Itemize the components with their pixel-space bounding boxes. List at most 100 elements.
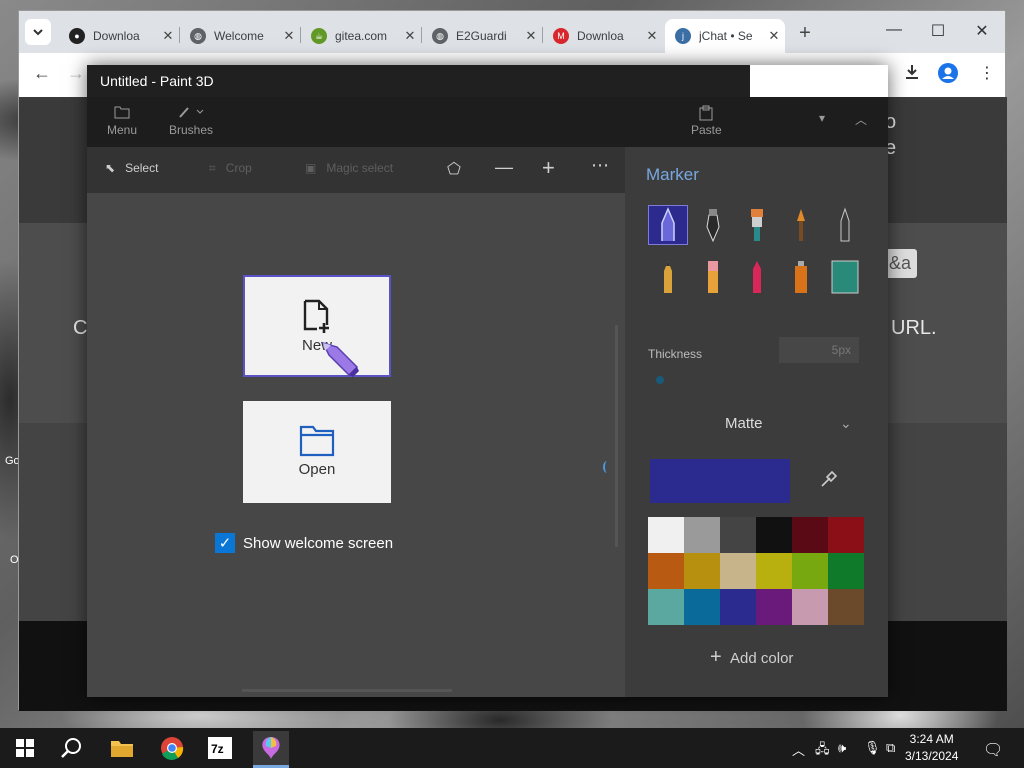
input-indicator-icon[interactable]: ⧉ (886, 740, 895, 756)
thickness-input[interactable]: 5px (779, 337, 859, 363)
paint3d-taskbar-icon[interactable] (253, 731, 289, 765)
palette-swatch[interactable] (756, 553, 792, 589)
tab-title: E2Guardi (456, 29, 507, 43)
kebab-menu-icon[interactable]: ⋮ (979, 63, 995, 83)
fill-bucket-icon[interactable] (825, 257, 865, 297)
system-clock[interactable]: 3:24 AM 3/13/2024 (905, 731, 958, 765)
notification-icon[interactable]: 🗨 (983, 740, 1003, 760)
palette-swatch[interactable] (792, 589, 828, 625)
palette-swatch[interactable] (756, 589, 792, 625)
close-icon[interactable]: ✕ (641, 28, 663, 44)
chevron-down-icon[interactable]: ▾ (819, 111, 825, 125)
palette-swatch[interactable] (648, 517, 684, 553)
forward-arrow-icon[interactable]: → (67, 63, 85, 84)
current-color-swatch[interactable] (650, 459, 790, 503)
sticker-icon[interactable]: ⬠ (447, 159, 461, 179)
brushes-button[interactable]: Brushes (169, 105, 213, 137)
panel-title: Marker (646, 165, 699, 184)
tab-search-button[interactable] (25, 19, 51, 45)
menu-button[interactable]: Menu (107, 105, 137, 137)
oil-brush-icon[interactable] (737, 205, 777, 245)
show-welcome-checkbox-row[interactable]: ✓ Show welcome screen (215, 533, 393, 553)
palette-swatch[interactable] (756, 517, 792, 553)
close-icon[interactable]: ✕ (399, 28, 421, 44)
spray-can-icon[interactable] (781, 257, 821, 297)
close-icon[interactable]: ✕ (157, 28, 179, 44)
palette-swatch[interactable] (720, 589, 756, 625)
thickness-slider-handle[interactable] (656, 376, 664, 384)
jchat-icon: j (675, 28, 691, 44)
close-window-button[interactable]: ✕ (959, 21, 1005, 41)
chevron-up-icon[interactable]: ︿ (792, 740, 805, 759)
microphone-icon[interactable]: 🎙 (864, 740, 881, 756)
select-label: Select (125, 161, 159, 175)
volume-icon[interactable]: 🕪 (838, 740, 846, 756)
add-color-button[interactable]: + Add color (710, 646, 793, 669)
close-icon[interactable]: ✕ (278, 28, 300, 44)
palette-swatch[interactable] (720, 517, 756, 553)
brushes-label: Brushes (169, 123, 214, 137)
canvas-area: New Open ✓ Show welcome screen (87, 193, 625, 697)
close-icon[interactable]: ✕ (763, 28, 785, 44)
menu-label: Menu (107, 123, 138, 137)
palette-swatch[interactable] (720, 553, 756, 589)
new-tab-button[interactable]: + (791, 19, 819, 47)
browser-tab[interactable]: ◍ E2Guardi ✕ (422, 19, 542, 53)
palette-swatch[interactable] (684, 589, 720, 625)
vertical-scrollbar[interactable] (615, 325, 618, 547)
crayon-icon[interactable] (737, 257, 777, 297)
browser-tab[interactable]: ◍ Welcome ✕ (180, 19, 300, 53)
palette-swatch[interactable] (648, 589, 684, 625)
chevron-down-icon[interactable]: ⌄ (840, 415, 852, 432)
window-title: Untitled - Paint 3D (87, 65, 750, 97)
finish-dropdown[interactable]: Matte (725, 415, 763, 432)
more-icon[interactable]: ⋯ (591, 155, 609, 176)
7zip-icon[interactable]: 7z (205, 734, 235, 762)
watercolor-brush-icon[interactable] (781, 205, 821, 245)
palette-swatch[interactable] (828, 517, 864, 553)
browser-tab-active[interactable]: j jChat • Se ✕ (665, 19, 785, 53)
palette-swatch[interactable] (828, 553, 864, 589)
palette-swatch[interactable] (792, 553, 828, 589)
windows-start-icon[interactable] (10, 734, 40, 762)
pencil-icon[interactable] (648, 257, 688, 297)
browser-tab[interactable]: ● Downloa ✕ (59, 19, 179, 53)
file-explorer-icon[interactable] (107, 734, 137, 762)
profile-icon[interactable] (938, 63, 958, 88)
magic-select-tool[interactable]: ▣ Magic select (305, 161, 393, 175)
download-icon[interactable] (903, 63, 921, 86)
close-icon[interactable]: ✕ (520, 28, 542, 44)
minimize-button[interactable]: — (871, 21, 917, 39)
browser-tab[interactable]: ☕ gitea.com ✕ (301, 19, 421, 53)
chrome-icon[interactable] (157, 734, 187, 762)
gitea-icon: ☕ (311, 28, 327, 44)
palette-swatch[interactable] (792, 517, 828, 553)
pixel-pen-icon[interactable] (825, 205, 865, 245)
marker-brush-icon[interactable] (648, 205, 688, 245)
plus-icon: + (710, 646, 722, 668)
open-button[interactable]: Open (243, 401, 391, 503)
zoom-out-icon[interactable]: — (495, 157, 513, 178)
back-arrow-icon[interactable]: ← (33, 63, 51, 84)
browser-tab[interactable]: M Downloa ✕ (543, 19, 663, 53)
palette-swatch[interactable] (648, 553, 684, 589)
paste-button[interactable]: Paste (691, 105, 722, 137)
new-label: New (301, 337, 332, 354)
new-button[interactable]: New (243, 275, 391, 377)
palette-swatch[interactable] (828, 589, 864, 625)
palette-swatch[interactable] (684, 553, 720, 589)
select-tool[interactable]: ⬉ Select (105, 161, 158, 175)
maximize-button[interactable]: ☐ (915, 21, 961, 41)
crop-tool[interactable]: ⌗ Crop (209, 161, 252, 176)
horizontal-scrollbar[interactable] (242, 689, 452, 692)
network-icon[interactable]: 🖧 (815, 740, 830, 762)
checkbox-checked-icon[interactable]: ✓ (215, 533, 235, 553)
folder-icon (107, 105, 137, 123)
zoom-in-icon[interactable]: + (542, 155, 555, 181)
calligraphy-pen-icon[interactable] (693, 205, 733, 245)
eraser-icon[interactable] (693, 257, 733, 297)
collapse-ribbon-icon[interactable]: ︿ (855, 111, 867, 128)
search-icon[interactable] (57, 734, 87, 762)
eyedropper-icon[interactable] (820, 470, 838, 493)
palette-swatch[interactable] (684, 517, 720, 553)
